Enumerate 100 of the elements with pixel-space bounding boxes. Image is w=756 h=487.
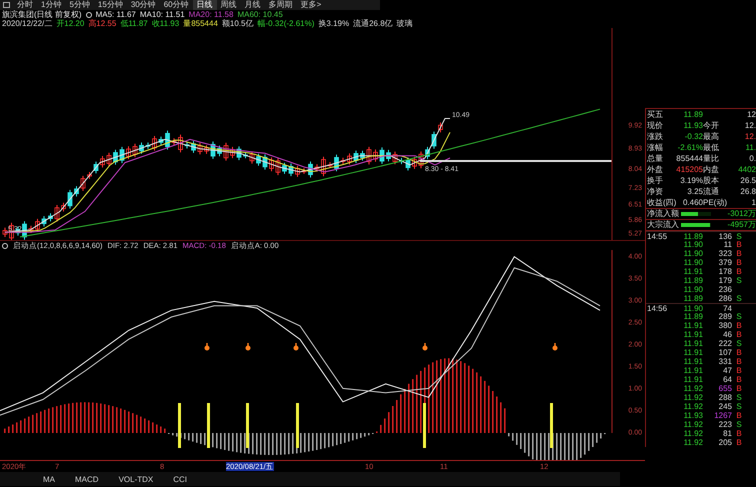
quote-label: 外盘: [647, 164, 663, 175]
period-tab[interactable]: 日线: [192, 0, 217, 10]
trade-price: 11.92: [684, 393, 703, 402]
trade-side: B: [735, 366, 743, 375]
trade-price: 11.91: [684, 330, 703, 339]
trade-side: S: [735, 232, 743, 241]
period-tab[interactable]: 1分钟: [37, 0, 66, 10]
period-tab[interactable]: 分时: [13, 0, 37, 10]
trade-volume: 107: [718, 348, 732, 357]
trade-side: B: [735, 357, 743, 366]
quote-label: 量比: [703, 153, 719, 164]
bar-info-text: 低11.87: [120, 19, 148, 28]
bar-info-text: 额10.5亿: [222, 19, 254, 28]
quote-value: 12: [747, 109, 756, 120]
quote-label: 收益(四): [647, 197, 676, 208]
trade-side: S: [735, 393, 743, 402]
window-icon[interactable]: [3, 2, 10, 8]
trade-side: S: [735, 420, 743, 429]
bar-info-text: 收11.93: [152, 19, 180, 28]
circle-icon[interactable]: [2, 242, 8, 248]
trade-volume: 288: [718, 393, 732, 402]
quote-value: 3.19%: [680, 175, 703, 186]
trade-price: 11.90: [684, 258, 703, 267]
quote-value: -2.61%: [678, 142, 703, 153]
quote-label: 最高: [703, 131, 719, 142]
period-tab[interactable]: 60分钟: [160, 0, 193, 10]
trade-side: B: [735, 321, 743, 330]
trade-side: B: [735, 249, 743, 258]
trade-price: 11.90: [684, 285, 703, 294]
bar-info-text: 幅-0.32(-2.61%): [257, 19, 314, 28]
moving-average-value: MA5: 11.67: [96, 10, 136, 19]
trade-side: B: [735, 348, 743, 357]
period-tab[interactable]: 月线: [240, 0, 265, 10]
trade-side: S: [735, 294, 743, 303]
period-tab[interactable]: 周线: [216, 0, 241, 10]
quote-value: 11.89: [684, 109, 703, 120]
period-tab[interactable]: 30分钟: [126, 0, 160, 10]
trade-time: 14:55: [647, 232, 668, 241]
trade-price: 11.90: [684, 249, 703, 258]
trade-price: 11.91: [684, 375, 703, 384]
trade-side: S: [735, 276, 743, 285]
bar-info-text: 开12.20: [56, 19, 84, 28]
indicator-tab[interactable]: MA: [40, 474, 58, 484]
trade-price: 11.92: [684, 429, 703, 438]
quote-label: 现价: [647, 120, 663, 131]
quote-value: 415205: [676, 164, 703, 175]
quote-label: 涨幅: [647, 142, 663, 153]
trade-price: 11.92: [684, 438, 703, 447]
bar-info-text: 高12.55: [88, 19, 116, 28]
trade-volume: 223: [718, 420, 732, 429]
quote-value: 3.25: [687, 186, 703, 197]
trade-side: B: [735, 438, 743, 447]
trade-price: 11.89: [684, 276, 703, 285]
trade-side: B: [735, 429, 743, 438]
quote-label: 总量: [647, 153, 663, 164]
trade-price: 11.90: [684, 240, 703, 249]
bar-info-text: 玻璃: [396, 19, 413, 28]
trade-volume: 331: [718, 357, 732, 366]
trade-volume: 178: [718, 267, 732, 276]
trade-volume: 655: [718, 384, 732, 393]
flow-label: 净流入额: [647, 209, 680, 219]
moving-average-value: MA60: 10.45: [237, 10, 283, 19]
circle-icon[interactable]: [86, 12, 92, 18]
quote-value: 1: [752, 197, 756, 208]
moving-average-value: MA10: 11.51: [140, 10, 185, 19]
period-tab[interactable]: 更多>: [296, 0, 326, 10]
period-tab[interactable]: 多周期: [264, 0, 297, 10]
bar-info-text: 量855444: [183, 19, 218, 28]
quote-value: 11.: [745, 142, 756, 153]
trade-price: 11.91: [684, 321, 703, 330]
trade-price: 11.92: [684, 420, 703, 429]
quote-value: 0.: [749, 153, 756, 164]
flow-value: -3012万: [728, 209, 756, 219]
period-tab[interactable]: 5分钟: [65, 0, 94, 10]
trade-volume: 380: [718, 321, 732, 330]
trade-volume: 323: [718, 249, 732, 258]
trade-price: 11.89: [684, 232, 703, 241]
quote-value: 26.8: [740, 186, 756, 197]
trade-price: 11.93: [684, 411, 703, 420]
indicator-tab[interactable]: CCI: [170, 474, 190, 484]
quote-value: 11.93: [684, 120, 703, 131]
quote-label: 流通: [703, 186, 719, 197]
period-tab[interactable]: 15分钟: [94, 0, 127, 10]
indicator-tab[interactable]: MACD: [72, 474, 102, 484]
quote-value: 26.5: [740, 175, 756, 186]
trade-side: B: [735, 384, 743, 393]
trade-price: 11.91: [684, 366, 703, 375]
indicator-tab[interactable]: VOL-TDX: [116, 474, 156, 484]
quote-label: 净资: [647, 186, 663, 197]
trade-volume: 47: [723, 366, 732, 375]
trade-volume: 46: [723, 330, 732, 339]
quote-label: 换手: [647, 175, 663, 186]
quote-value: 4402: [738, 164, 756, 175]
trade-volume: 81: [723, 429, 732, 438]
quote-label: PE(动): [703, 197, 727, 208]
flow-value: -4957万: [728, 220, 756, 230]
bar-info-text: 2020/12/22/二: [2, 19, 52, 28]
trade-price: 11.91: [684, 357, 703, 366]
trade-time: 14:56: [647, 304, 668, 313]
quote-value: 0.460: [682, 197, 703, 208]
